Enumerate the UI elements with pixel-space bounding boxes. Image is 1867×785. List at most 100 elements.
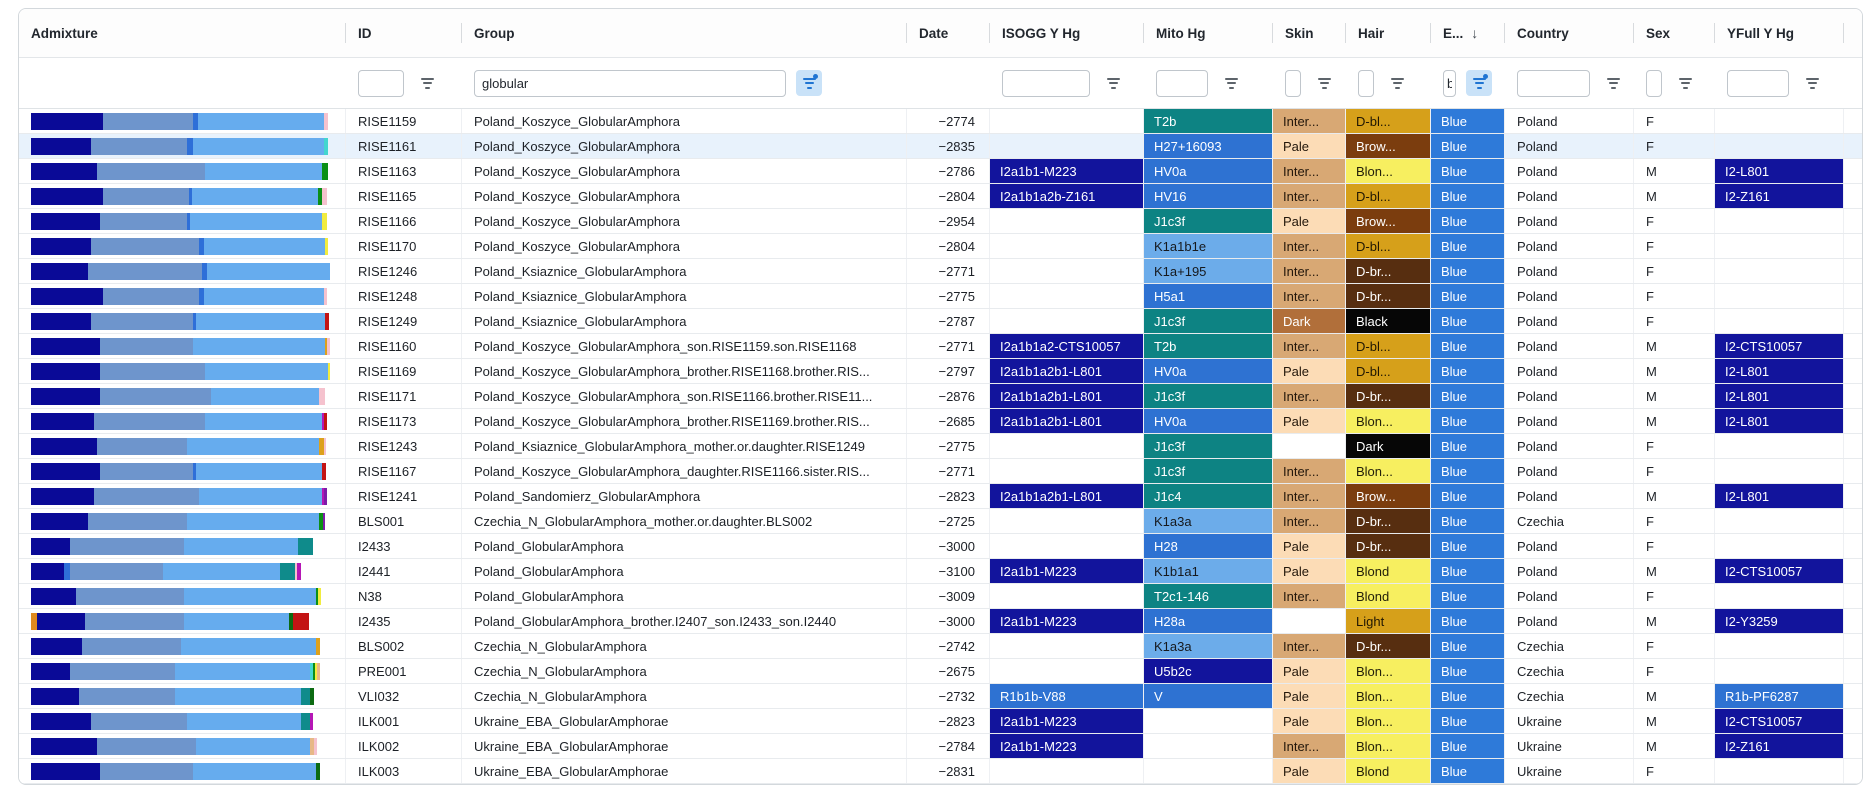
table-row[interactable]: RISE1166 Poland_Koszyce_GlobularAmphora … — [19, 209, 1862, 234]
admixture-bar — [31, 762, 331, 780]
column-header-eyes[interactable]: E... ↓ — [1431, 9, 1505, 57]
table-row[interactable]: RISE1173 Poland_Koszyce_GlobularAmphora_… — [19, 409, 1862, 434]
skin-filter-input[interactable] — [1285, 69, 1301, 97]
sex-filter-input[interactable] — [1646, 69, 1662, 97]
table-row[interactable]: I2435 Poland_GlobularAmphora_brother.I24… — [19, 609, 1862, 634]
cell-skin: Inter... — [1273, 384, 1346, 408]
table-row[interactable]: RISE1248 Poland_Ksiaznice_GlobularAmphor… — [19, 284, 1862, 309]
table-row[interactable]: RISE1165 Poland_Koszyce_GlobularAmphora … — [19, 184, 1862, 209]
cell-date: −2771 — [907, 334, 990, 358]
cell-spacer — [1844, 484, 1862, 508]
column-header-hair[interactable]: Hair — [1346, 9, 1431, 57]
table-row[interactable]: ILK001 Ukraine_EBA_GlobularAmphorae −282… — [19, 709, 1862, 734]
column-header-date[interactable]: Date — [907, 9, 990, 57]
table-row[interactable]: RISE1249 Poland_Ksiaznice_GlobularAmphor… — [19, 309, 1862, 334]
hair-filter-input[interactable] — [1358, 69, 1374, 97]
cell-skin: Inter... — [1273, 334, 1346, 358]
table-row[interactable]: BLS001 Czechia_N_GlobularAmphora_mother.… — [19, 509, 1862, 534]
column-header-id[interactable]: ID — [346, 9, 462, 57]
isogg-filter-input[interactable] — [1002, 69, 1090, 97]
filter-icon[interactable] — [1799, 70, 1825, 96]
cell-id: RISE1248 — [346, 284, 462, 308]
table-row[interactable]: I2441 Poland_GlobularAmphora −3100 I2a1b… — [19, 559, 1862, 584]
table-row[interactable]: ILK003 Ukraine_EBA_GlobularAmphorae −283… — [19, 759, 1862, 784]
admixture-segment-sky — [184, 612, 289, 630]
cell-yfull-y-hg — [1715, 134, 1844, 158]
sort-desc-icon[interactable]: ↓ — [1471, 25, 1478, 41]
table-row[interactable]: RISE1160 Poland_Koszyce_GlobularAmphora_… — [19, 334, 1862, 359]
cell-group: Poland_Ksiaznice_GlobularAmphora — [462, 259, 907, 283]
cell-sex: F — [1634, 284, 1715, 308]
column-header-admixture[interactable]: Admixture — [19, 9, 346, 57]
cell-group: Poland_Koszyce_GlobularAmphora — [462, 209, 907, 233]
table-row[interactable]: RISE1171 Poland_Koszyce_GlobularAmphora_… — [19, 384, 1862, 409]
cell-country: Poland — [1505, 409, 1634, 433]
admixture-segment-sky — [191, 187, 318, 205]
admixture-segment-yellow — [317, 587, 322, 605]
filter-icon[interactable] — [414, 70, 440, 96]
filter-icon[interactable] — [1311, 70, 1337, 96]
cell-hair: Black — [1346, 309, 1431, 333]
cell-id: RISE1159 — [346, 109, 462, 133]
cell-isogg-y-hg — [990, 309, 1144, 333]
cell-skin: Inter... — [1273, 284, 1346, 308]
filter-icon[interactable] — [1100, 70, 1126, 96]
table-row[interactable]: BLS002 Czechia_N_GlobularAmphora −2742 K… — [19, 634, 1862, 659]
cell-date: −2774 — [907, 109, 990, 133]
cell-skin — [1273, 609, 1346, 633]
admixture-segment-steel — [100, 762, 193, 780]
table-row[interactable]: RISE1163 Poland_Koszyce_GlobularAmphora … — [19, 159, 1862, 184]
id-filter-input[interactable] — [358, 69, 404, 97]
cell-admixture — [19, 509, 346, 533]
table-row[interactable]: RISE1246 Poland_Ksiaznice_GlobularAmphor… — [19, 259, 1862, 284]
cell-hair: Blon... — [1346, 709, 1431, 733]
cell-id: ILK002 — [346, 734, 462, 758]
admixture-segment-steel — [70, 537, 184, 555]
cell-sex: F — [1634, 109, 1715, 133]
cell-spacer — [1844, 734, 1862, 758]
cell-country: Czechia — [1505, 684, 1634, 708]
cell-country: Czechia — [1505, 659, 1634, 683]
eyes-filter-input[interactable] — [1443, 69, 1456, 97]
cell-mito-hg: J1c3f — [1144, 209, 1273, 233]
cell-eyes: Blue — [1431, 309, 1505, 333]
admixture-segment-steel — [94, 412, 205, 430]
cell-yfull-y-hg — [1715, 234, 1844, 258]
admixture-segment-sky — [203, 237, 325, 255]
column-header-yfull-y-hg[interactable]: YFull Y Hg — [1715, 9, 1844, 57]
table-row[interactable]: ILK002 Ukraine_EBA_GlobularAmphorae −278… — [19, 734, 1862, 759]
cell-mito-hg: HV16 — [1144, 184, 1273, 208]
table-row[interactable]: RISE1169 Poland_Koszyce_GlobularAmphora_… — [19, 359, 1862, 384]
column-header-country[interactable]: Country — [1505, 9, 1634, 57]
filter-active-icon[interactable] — [1466, 70, 1492, 96]
table-row[interactable]: I2433 Poland_GlobularAmphora −3000 H28 P… — [19, 534, 1862, 559]
column-header-isogg-y-hg[interactable]: ISOGG Y Hg — [990, 9, 1144, 57]
column-header-sex[interactable]: Sex — [1634, 9, 1715, 57]
cell-skin: Pale — [1273, 559, 1346, 583]
table-row[interactable]: RISE1159 Poland_Koszyce_GlobularAmphora … — [19, 109, 1862, 134]
table-row[interactable]: RISE1243 Poland_Ksiaznice_GlobularAmphor… — [19, 434, 1862, 459]
filter-icon[interactable] — [1672, 70, 1698, 96]
country-filter-input[interactable] — [1517, 69, 1590, 97]
cell-eyes: Blue — [1431, 434, 1505, 458]
table-row[interactable]: RISE1241 Poland_Sandomierz_GlobularAmpho… — [19, 484, 1862, 509]
table-row[interactable]: PRE001 Czechia_N_GlobularAmphora −2675 U… — [19, 659, 1862, 684]
cell-group: Poland_Koszyce_GlobularAmphora — [462, 134, 907, 158]
table-row[interactable]: RISE1167 Poland_Koszyce_GlobularAmphora_… — [19, 459, 1862, 484]
filter-icon[interactable] — [1384, 70, 1410, 96]
filter-icon[interactable] — [1218, 70, 1244, 96]
column-header-skin[interactable]: Skin — [1273, 9, 1346, 57]
yfull-filter-input[interactable] — [1727, 69, 1789, 97]
column-header-mito-hg[interactable]: Mito Hg — [1144, 9, 1273, 57]
table-row[interactable]: N38 Poland_GlobularAmphora −3009 T2c1-14… — [19, 584, 1862, 609]
cell-group: Czechia_N_GlobularAmphora — [462, 684, 907, 708]
filter-icon[interactable] — [1600, 70, 1626, 96]
column-header-group[interactable]: Group — [462, 9, 907, 57]
group-filter-input[interactable] — [474, 69, 786, 97]
table-row[interactable]: RISE1170 Poland_Koszyce_GlobularAmphora … — [19, 234, 1862, 259]
admixture-segment-navy — [31, 112, 103, 130]
mito-filter-input[interactable] — [1156, 69, 1208, 97]
filter-active-icon[interactable] — [796, 70, 822, 96]
table-row[interactable]: VLI032 Czechia_N_GlobularAmphora −2732 R… — [19, 684, 1862, 709]
table-row[interactable]: RISE1161 Poland_Koszyce_GlobularAmphora … — [19, 134, 1862, 159]
